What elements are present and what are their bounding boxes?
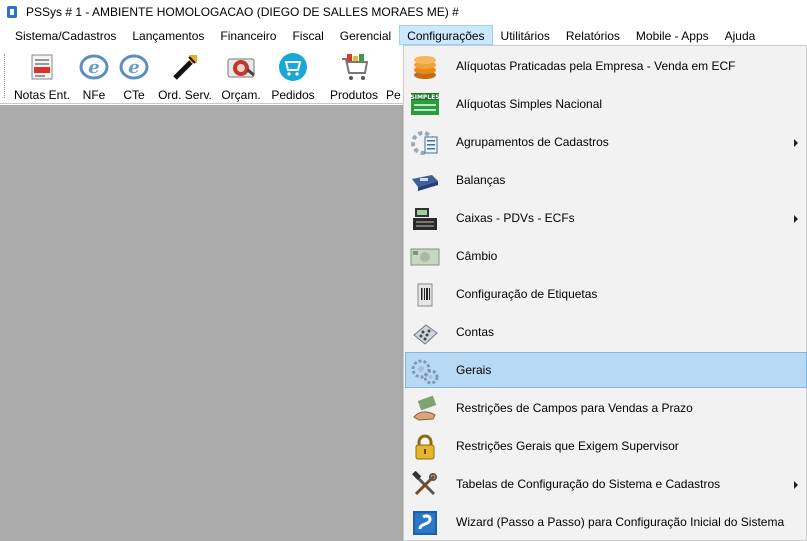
gears-icon <box>410 356 440 386</box>
menu-item-aliquotas-ecf[interactable]: Alíquotas Praticadas pela Empresa - Vend… <box>405 48 807 84</box>
configuracoes-dropdown-menu: Alíquotas Praticadas pela Empresa - Vend… <box>403 45 807 541</box>
calculator-icon <box>410 318 440 348</box>
toolbar-pedidos-label: Pedidos <box>271 88 315 102</box>
menu-item-etiquetas[interactable]: Configuração de Etiquetas <box>405 276 807 312</box>
menu-item-label: Balanças <box>456 173 506 187</box>
lock-icon <box>410 432 440 462</box>
app-icon <box>4 4 20 20</box>
menu-lancamentos[interactable]: Lançamentos <box>124 25 212 45</box>
menu-utilitarios[interactable]: Utilitários <box>493 25 558 45</box>
menu-gerencial[interactable]: Gerencial <box>332 25 399 45</box>
menu-item-label: Restrições Gerais que Exigem Supervisor <box>456 439 679 453</box>
menu-item-aliquotas-simples[interactable]: SIMPLES Alíquotas Simples Nacional <box>405 86 807 122</box>
toolbar-nfe-button[interactable]: e NFe <box>76 48 112 102</box>
menu-financeiro[interactable]: Financeiro <box>212 25 284 45</box>
window-title: PSSys # 1 - AMBIENTE HOMOLOGACAO (DIEGO … <box>26 5 459 19</box>
cte-icon: e <box>117 50 151 84</box>
submenu-arrow-icon <box>794 139 798 147</box>
menu-relatorios[interactable]: Relatórios <box>558 25 628 45</box>
menu-item-restricoes-supervisor[interactable]: Restrições Gerais que Exigem Supervisor <box>405 428 807 464</box>
nota-icon <box>25 50 59 84</box>
menu-ajuda[interactable]: Ajuda <box>717 25 764 45</box>
submenu-arrow-icon <box>794 215 798 223</box>
svg-text:e: e <box>128 57 139 78</box>
register-icon <box>410 204 440 234</box>
tools-icon <box>410 470 440 500</box>
svg-text:SIMPLES: SIMPLES <box>410 94 439 101</box>
toolbar-pe-label: Pe <box>386 88 401 102</box>
menu-bar: Sistema/Cadastros Lançamentos Financeiro… <box>0 24 807 46</box>
menu-item-restricoes-prazo[interactable]: Restrições de Campos para Vendas a Prazo <box>405 390 807 426</box>
scale-icon <box>410 166 440 196</box>
toolbar-pe-button[interactable]: Pe <box>386 48 404 102</box>
submenu-arrow-icon <box>794 481 798 489</box>
menu-item-contas[interactable]: Contas <box>405 314 807 350</box>
menu-item-balancas[interactable]: Balanças <box>405 162 807 198</box>
menu-item-label: Wizard (Passo a Passo) para Configuração… <box>456 515 785 529</box>
toolbar-cte-button[interactable]: e CTe <box>116 48 152 102</box>
menu-configuracoes[interactable]: Configurações <box>399 25 493 45</box>
nfe-icon: e <box>77 50 111 84</box>
menu-item-gerais[interactable]: Gerais <box>405 352 807 388</box>
menu-fiscal[interactable]: Fiscal <box>284 25 331 45</box>
menu-item-agrupamentos[interactable]: Agrupamentos de Cadastros <box>405 124 807 160</box>
toolbar-ord-serv-button[interactable]: Ord. Serv. <box>156 48 214 102</box>
menu-item-wizard[interactable]: Wizard (Passo a Passo) para Configuração… <box>405 504 807 540</box>
menu-item-label: Agrupamentos de Cadastros <box>456 135 609 149</box>
hand-money-icon <box>410 394 440 424</box>
menu-item-label: Configuração de Etiquetas <box>456 287 598 301</box>
orcamento-icon <box>224 50 258 84</box>
menu-item-cambio[interactable]: Câmbio <box>405 238 807 274</box>
toolbar-notas-ent-button[interactable]: Notas Ent. <box>12 48 72 102</box>
toolbar-orcam-label: Orçam. <box>221 88 261 102</box>
menu-item-label: Tabelas de Configuração do Sistema e Cad… <box>456 477 721 491</box>
toolbar-grip[interactable] <box>4 54 7 98</box>
toolbar-cte-label: CTe <box>123 88 145 102</box>
menu-item-label: Câmbio <box>456 249 498 263</box>
pedidos-icon <box>276 50 310 84</box>
toolbar-orcam-button[interactable]: Orçam. <box>218 48 264 102</box>
menu-item-label: Alíquotas Simples Nacional <box>456 97 603 111</box>
toolbar-notas-ent-label: Notas Ent. <box>13 88 71 102</box>
menu-sistema-cadastros[interactable]: Sistema/Cadastros <box>0 25 124 45</box>
simples-icon: SIMPLES <box>410 90 440 120</box>
menu-item-tabelas-configuracao[interactable]: Tabelas de Configuração do Sistema e Cad… <box>405 466 807 502</box>
title-bar: PSSys # 1 - AMBIENTE HOMOLOGACAO (DIEGO … <box>0 0 807 24</box>
toolbar-nfe-label: NFe <box>82 88 106 102</box>
partial-icon <box>386 50 404 84</box>
menu-item-label: Caixas - PDVs - ECFs <box>456 211 575 225</box>
toolbar-produtos-label: Produtos <box>329 88 379 102</box>
menu-item-label: Contas <box>456 325 495 339</box>
cart-icon <box>337 50 371 84</box>
menu-item-caixas-pdvs[interactable]: Caixas - PDVs - ECFs <box>405 200 807 236</box>
label-icon <box>410 280 440 310</box>
menu-item-label: Gerais <box>456 363 492 377</box>
wrench-icon <box>168 50 202 84</box>
groups-icon <box>410 128 440 158</box>
svg-text:e: e <box>88 57 99 78</box>
menu-mobile-apps[interactable]: Mobile - Apps <box>628 25 717 45</box>
wizard-icon <box>410 508 440 538</box>
money-icon <box>410 242 440 272</box>
toolbar-ord-serv-label: Ord. Serv. <box>158 88 212 102</box>
toolbar-pedidos-button[interactable]: Pedidos <box>268 48 318 102</box>
menu-item-label: Alíquotas Praticadas pela Empresa - Vend… <box>456 59 736 73</box>
coins-icon <box>410 52 440 82</box>
menu-item-label: Restrições de Campos para Vendas a Prazo <box>456 401 693 415</box>
toolbar-produtos-button[interactable]: Produtos <box>326 48 382 102</box>
